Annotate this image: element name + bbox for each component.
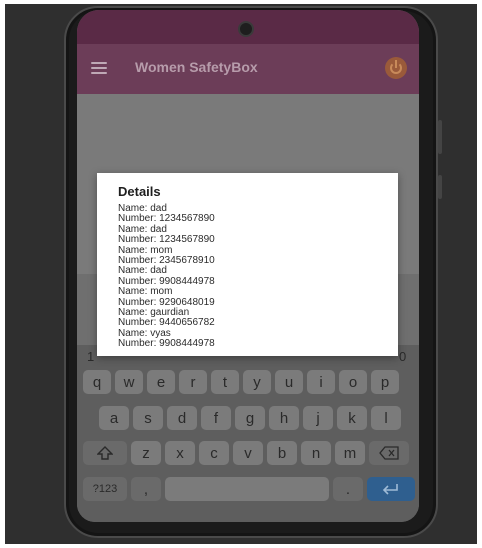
backspace-key[interactable] [369,441,409,465]
keyboard-row-4: ?123 , . [77,477,419,501]
front-camera [238,21,254,37]
key-t[interactable]: t [211,370,239,394]
key-c[interactable]: c [199,441,229,465]
keyboard-row-1: q w e r t y u i o p [77,370,419,394]
key-j[interactable]: j [303,406,333,430]
hamburger-menu-icon[interactable] [91,62,107,74]
symbols-key[interactable]: ?123 [83,477,127,501]
space-bar[interactable] [165,477,329,501]
key-w[interactable]: w [115,370,143,394]
keyboard-row-2: a s d f g h j k l [77,406,419,430]
details-dialog: Details Name: dad Number: 1234567890 Nam… [97,173,398,356]
app-bar: Women SafetyBox [77,44,419,94]
key-y[interactable]: y [243,370,271,394]
key-d[interactable]: d [167,406,197,430]
key-k[interactable]: k [337,406,367,430]
shift-icon [97,446,113,460]
backspace-icon [379,446,399,460]
key-f[interactable]: f [201,406,231,430]
enter-icon [382,484,398,495]
key-i[interactable]: i [307,370,335,394]
phone-side-button [438,120,442,154]
key-v[interactable]: v [233,441,263,465]
comma-key[interactable]: , [131,477,161,501]
key-n[interactable]: n [301,441,331,465]
key-g[interactable]: g [235,406,265,430]
key-h[interactable]: h [269,406,299,430]
key-m[interactable]: m [335,441,365,465]
contact-line: Number: 9908444978 [118,338,215,350]
keyboard: 1 0 q w e r t y u i o p a s d f g h j k … [77,345,419,522]
period-key[interactable]: . [333,477,363,501]
shift-key[interactable] [83,441,127,465]
key-x[interactable]: x [165,441,195,465]
phone-side-button [438,175,442,199]
key-s[interactable]: s [133,406,163,430]
key-o[interactable]: o [339,370,367,394]
key-q[interactable]: q [83,370,111,394]
key-e[interactable]: e [147,370,175,394]
dialog-body: Name: dad Number: 1234567890 Name: dad N… [118,203,388,350]
key-u[interactable]: u [275,370,303,394]
key-p[interactable]: p [371,370,399,394]
keyboard-row-3: z x c v b n m [77,441,419,465]
enter-key[interactable] [367,477,415,501]
status-bar [77,10,419,44]
power-icon[interactable] [385,57,407,79]
dialog-title: Details [118,184,161,199]
key-z[interactable]: z [131,441,161,465]
key-0[interactable]: 0 [399,349,406,364]
key-r[interactable]: r [179,370,207,394]
app-title: Women SafetyBox [135,59,258,75]
key-1[interactable]: 1 [87,349,94,364]
key-a[interactable]: a [99,406,129,430]
key-l[interactable]: l [371,406,401,430]
key-b[interactable]: b [267,441,297,465]
